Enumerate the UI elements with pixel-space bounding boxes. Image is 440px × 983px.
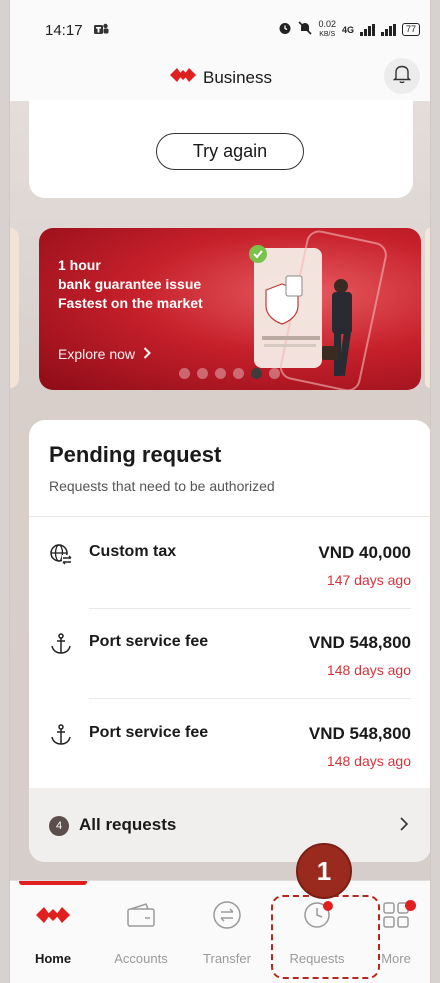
error-card: Try again <box>29 100 413 198</box>
brand-name: Business <box>203 67 272 87</box>
request-label: Port service fee <box>89 633 209 650</box>
pending-title: Pending request <box>49 442 222 467</box>
bell-icon <box>392 64 412 89</box>
carousel-dot-active[interactable] <box>251 368 262 379</box>
nav-home-label: Home <box>34 951 72 966</box>
annotation-highlight-box <box>271 895 380 979</box>
nav-transfer[interactable]: Transfer <box>187 899 267 966</box>
battery-icon: 77 <box>401 23 420 36</box>
banner-illustration <box>249 230 387 390</box>
anchor-icon <box>49 723 73 747</box>
mute-icon <box>298 21 313 38</box>
banner-line-2: bank guarantee issue <box>58 276 202 292</box>
annotation-step-marker: 1 <box>296 843 352 899</box>
signal-icon-2 <box>380 23 396 36</box>
carousel-dot[interactable] <box>233 368 244 379</box>
carousel-dot[interactable] <box>197 368 208 379</box>
alarm-icon <box>278 21 292 38</box>
status-time: 14:17 <box>45 22 83 39</box>
request-age: 148 days ago <box>326 753 411 769</box>
request-row[interactable]: Custom tax VND 40,000 147 days ago <box>29 542 430 632</box>
request-age: 147 days ago <box>326 572 411 588</box>
chevron-right-icon <box>399 815 409 836</box>
banner-line-3: Fastest on the market <box>58 295 203 311</box>
banner-line-1: 1 hour <box>58 257 101 273</box>
signal-icon <box>359 23 375 36</box>
divider <box>29 516 430 517</box>
wallet-icon <box>126 902 156 933</box>
nav-accounts[interactable]: Accounts <box>101 899 181 966</box>
request-amount: VND 40,000 <box>318 543 411 562</box>
transfer-icon <box>212 900 242 935</box>
globe-exchange-icon <box>49 542 73 566</box>
status-indicators: 0.02 KB/S 4G 77 <box>278 20 420 39</box>
request-amount: VND 548,800 <box>308 724 411 743</box>
try-again-button[interactable]: Try again <box>156 133 304 170</box>
notification-button[interactable] <box>384 58 420 94</box>
net-speed-value: 0.02 <box>318 19 336 29</box>
carousel-dot[interactable] <box>215 368 226 379</box>
request-label: Custom tax <box>89 543 177 560</box>
banner-headline: 1 hour bank guarantee issue Fastest on t… <box>58 256 203 313</box>
next-banner-peek[interactable] <box>425 228 430 388</box>
previous-banner-peek[interactable] <box>10 228 19 388</box>
all-requests-label: All requests <box>79 815 177 834</box>
more-notification-dot <box>405 900 416 911</box>
brand-logo-icon <box>170 66 196 89</box>
pending-request-card: Pending request Requests that need to be… <box>29 420 430 862</box>
request-count-badge: 4 <box>49 816 69 836</box>
row-divider <box>89 698 411 699</box>
explore-now-label: Explore now <box>58 346 136 362</box>
home-logo-icon <box>36 905 70 930</box>
anchor-icon <box>49 632 73 656</box>
app-header: Business <box>10 58 430 102</box>
request-amount: VND 548,800 <box>308 633 411 652</box>
pending-subtitle: Requests that need to be authorized <box>49 478 275 494</box>
request-row[interactable]: Port service fee VND 548,800 148 days ag… <box>29 632 430 722</box>
net-speed-unit: KB/S <box>319 31 336 38</box>
promo-banner[interactable]: 1 hour bank guarantee issue Fastest on t… <box>39 228 421 390</box>
carousel-dot[interactable] <box>179 368 190 379</box>
row-divider <box>89 608 411 609</box>
network-type: 4G <box>341 24 354 35</box>
nav-accounts-label: Accounts <box>114 951 168 966</box>
brand: Business <box>170 66 272 89</box>
carousel-dots <box>179 368 280 379</box>
nav-home[interactable]: Home <box>13 899 93 966</box>
carousel-dot[interactable] <box>269 368 280 379</box>
status-bar: 14:17 0.02 KB/S 4G 77 <box>10 0 430 58</box>
teams-icon <box>93 22 109 39</box>
net-speed: 0.02 KB/S <box>318 20 336 39</box>
request-age: 148 days ago <box>326 662 411 678</box>
active-tab-indicator <box>19 881 87 885</box>
app-frame: 14:17 0.02 KB/S 4G 77 Business Try again… <box>9 0 431 983</box>
nav-transfer-label: Transfer <box>203 951 251 966</box>
all-requests-row[interactable]: 4 All requests <box>29 788 430 862</box>
request-label: Port service fee <box>89 724 209 741</box>
chevron-right-icon <box>143 346 151 362</box>
explore-now-link[interactable]: Explore now <box>58 346 151 362</box>
